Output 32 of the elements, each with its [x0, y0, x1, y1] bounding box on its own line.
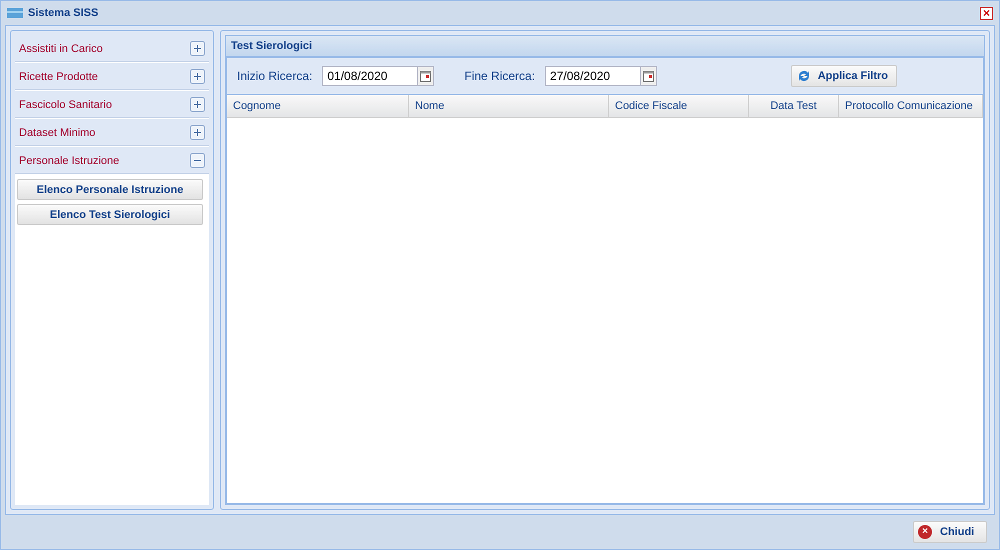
menu-button[interactable]: Elenco Personale Istruzione — [17, 179, 203, 200]
accordion-header[interactable]: Personale Istruzione — [15, 147, 209, 175]
calendar-icon — [643, 70, 654, 82]
window-icon — [7, 8, 23, 18]
collapse-button[interactable] — [190, 153, 205, 168]
expand-button[interactable] — [190, 97, 205, 112]
date-field[interactable]: 27/08/2020 — [545, 66, 642, 86]
accordion-header[interactable]: Dataset Minimo — [15, 119, 209, 147]
column-header[interactable]: Data Test — [749, 95, 839, 117]
column-header[interactable]: Cognome — [227, 95, 409, 117]
accordion-header[interactable]: Fascicolo Sanitario — [15, 91, 209, 119]
column-header[interactable]: Nome — [409, 95, 609, 117]
column-header[interactable]: Protocollo Comunicazione — [839, 95, 983, 117]
calendar-button[interactable] — [418, 66, 434, 86]
panel-title: Test Sierologici — [225, 35, 985, 56]
calendar-button[interactable] — [641, 66, 658, 86]
expand-button[interactable] — [190, 125, 205, 140]
window-title: Sistema SISS — [28, 7, 98, 19]
column-header[interactable]: Codice Fiscale — [609, 95, 749, 117]
field-label: Inizio Ricerca: — [237, 69, 312, 83]
apply-filter-button[interactable]: Applica Filtro — [790, 65, 897, 87]
close-dialog-button[interactable]: × Chiudi — [913, 521, 987, 543]
accordion-header[interactable]: Assistiti in Carico — [15, 35, 209, 63]
close-button[interactable]: × — [980, 6, 993, 20]
field-label: Fine Ricerca: — [464, 69, 536, 83]
date-field[interactable]: 01/08/2020 — [322, 66, 418, 86]
accordion-header[interactable]: Ricette Prodotte — [15, 63, 209, 91]
expand-button[interactable] — [190, 41, 205, 56]
calendar-icon — [420, 70, 432, 82]
menu-button[interactable]: Elenco Test Sierologici — [17, 204, 203, 225]
close-icon: × — [918, 525, 932, 539]
expand-button[interactable] — [190, 69, 205, 84]
